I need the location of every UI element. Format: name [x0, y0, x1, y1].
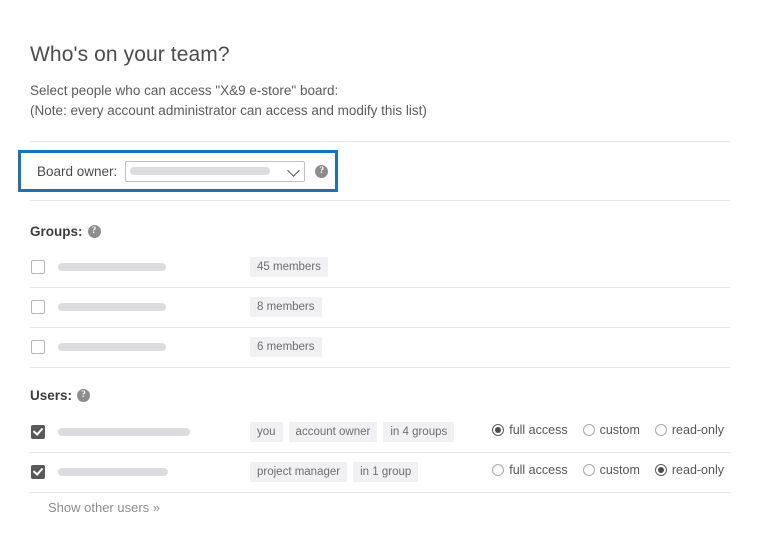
user-permission-group: full access custom read-only — [492, 463, 724, 477]
intro-line-1: Select people who can access "X&9 e-stor… — [30, 83, 339, 98]
intro-text: Select people who can access "X&9 e-stor… — [30, 81, 427, 121]
permission-option-read-only[interactable]: read-only — [654, 423, 724, 437]
radio-custom[interactable] — [582, 464, 595, 476]
user-checkbox[interactable] — [31, 425, 45, 439]
user-tag: you — [250, 422, 283, 442]
radio-custom[interactable] — [582, 424, 595, 436]
radio-read-only[interactable] — [654, 464, 667, 476]
groups-label: Groups: — [30, 224, 83, 239]
permission-option-custom[interactable]: custom — [582, 463, 640, 477]
help-icon-groups[interactable]: ? — [87, 224, 101, 238]
group-name-redacted — [58, 263, 166, 271]
group-checkbox[interactable] — [31, 300, 45, 314]
group-member-count: 6 members — [250, 337, 322, 357]
user-name-redacted — [58, 428, 190, 436]
divider-group-3 — [30, 367, 730, 368]
help-icon-users[interactable]: ? — [77, 388, 91, 402]
team-access-panel: Who's on your team? Select people who ca… — [0, 0, 762, 555]
user-tags: you account owner in 4 groups — [250, 422, 455, 442]
board-owner-value-redacted — [130, 167, 271, 175]
board-owner-label: Board owner: — [37, 163, 118, 179]
board-owner-row: Board owner: ? — [21, 153, 335, 189]
board-owner-highlight: Board owner: ? — [18, 150, 338, 192]
permission-option-custom[interactable]: custom — [582, 423, 640, 437]
user-permission-group: full access custom read-only — [492, 423, 724, 437]
help-icon-board-owner[interactable]: ? — [315, 164, 329, 178]
permission-label: read-only — [671, 463, 724, 477]
show-other-users-link[interactable]: Show other users » — [48, 500, 160, 515]
group-name-redacted — [58, 303, 166, 311]
group-row[interactable]: 8 members — [30, 287, 730, 327]
group-tags: 45 members — [250, 257, 328, 277]
user-row[interactable]: project manager in 1 group full access c… — [30, 452, 730, 492]
permission-option-full-access[interactable]: full access — [492, 463, 568, 477]
radio-full-access[interactable] — [492, 464, 505, 476]
permission-label: full access — [509, 423, 568, 437]
radio-read-only[interactable] — [654, 424, 667, 436]
divider-user-2 — [30, 492, 730, 493]
group-row[interactable]: 45 members — [30, 247, 730, 287]
user-tag: account owner — [288, 422, 378, 442]
group-member-count: 45 members — [250, 257, 328, 277]
user-row[interactable]: you account owner in 4 groups full acces… — [30, 412, 730, 452]
radio-full-access[interactable] — [492, 424, 505, 436]
permission-option-full-access[interactable]: full access — [492, 423, 568, 437]
chevron-down-icon — [287, 164, 301, 177]
divider-below-owner — [30, 200, 730, 201]
group-checkbox[interactable] — [31, 260, 45, 274]
divider-above-owner — [30, 141, 730, 142]
permission-label: custom — [599, 463, 640, 477]
user-tag: in 4 groups — [383, 422, 455, 442]
permission-label: custom — [599, 423, 640, 437]
page-title: Who's on your team? — [30, 43, 230, 67]
group-tags: 6 members — [250, 337, 322, 357]
users-label: Users: — [30, 388, 73, 403]
group-name-redacted — [58, 343, 166, 351]
user-tag: project manager — [250, 462, 348, 482]
intro-line-2: (Note: every account administrator can a… — [30, 103, 427, 118]
permission-option-read-only[interactable]: read-only — [654, 463, 724, 477]
group-checkbox[interactable] — [31, 340, 45, 354]
permission-label: read-only — [671, 423, 724, 437]
user-tag: in 1 group — [353, 462, 419, 482]
groups-section-heading: Groups:? — [30, 224, 101, 239]
group-tags: 8 members — [250, 297, 322, 317]
group-member-count: 8 members — [250, 297, 322, 317]
permission-label: full access — [509, 463, 568, 477]
user-tags: project manager in 1 group — [250, 462, 419, 482]
board-owner-select[interactable] — [125, 160, 306, 182]
users-section-heading: Users:? — [30, 388, 91, 403]
user-checkbox[interactable] — [31, 465, 45, 479]
group-row[interactable]: 6 members — [30, 327, 730, 367]
user-name-redacted — [58, 468, 168, 476]
